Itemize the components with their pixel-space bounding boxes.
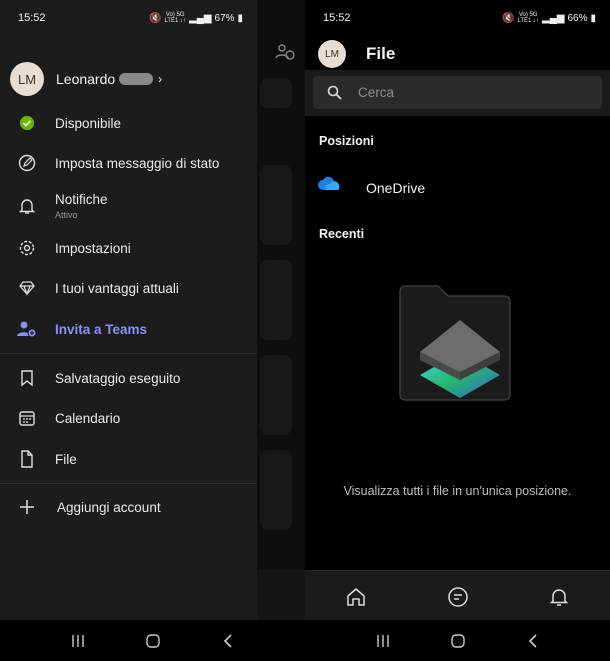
menu-item-notifications[interactable]: Notifiche Attivo [0,186,257,226]
avatar[interactable]: LM [318,40,346,68]
menu-item-invite[interactable]: Invita a Teams [0,309,257,349]
menu-item-settings[interactable]: Impostazioni [0,228,257,268]
recent-apps-icon[interactable] [63,631,93,651]
background-card [260,165,292,245]
background-tab-bar [257,570,305,620]
menu-item-saved[interactable]: Salvataggio eseguito [0,358,257,398]
bell-icon[interactable] [546,584,572,610]
profile-header[interactable]: LM Leonardo › [10,62,162,96]
status-bar: 15:52 🔇 Vo) 5G LTE1 ↓↑ ▂▄▆ 67% ▮ [0,0,257,36]
battery-icon: ▮ [590,12,596,24]
redacted-surname [119,73,154,85]
divider [0,353,257,354]
menu-item-label: File [55,451,77,467]
status-icons: 🔇 Vo) 5G LTE1 ↓↑ ▂▄▆ 66% ▮ [502,12,596,24]
plus-icon [17,497,37,517]
battery-level: 66% [567,12,588,24]
menu-item-perks[interactable]: I tuoi vantaggi attuali [0,268,257,308]
menu-item-calendar[interactable]: Calendario [0,398,257,438]
network-indicator: Vo) 5G LTE1 ↓↑ [517,12,539,24]
network-indicator: Vo) 5G LTE1 ↓↑ [164,12,186,24]
section-heading-recent: Recenti [319,227,365,241]
menu-item-availability[interactable]: Disponibile [0,103,257,143]
edit-status-icon [17,153,37,173]
search-icon [327,85,342,100]
menu-item-label: Aggiungi account [57,499,161,515]
onedrive-location[interactable]: OneDrive [317,176,425,196]
status-icons: 🔇 Vo) 5G LTE1 ↓↑ ▂▄▆ 67% ▮ [149,12,243,24]
onedrive-cloud-icon [318,176,340,190]
person-add-icon [17,319,37,339]
app-header: LM File [305,36,610,72]
chat-icon[interactable] [445,584,471,610]
home-nav-icon[interactable] [138,631,168,651]
bottom-tab-bar [305,570,610,620]
people-add-icon [275,44,295,60]
left-screen: 15:52 🔇 Vo) 5G LTE1 ↓↑ ▂▄▆ 67% ▮ LM Leona… [0,0,305,661]
avatar[interactable]: LM [10,62,44,96]
background-card [260,260,292,340]
search-input[interactable]: Cerca [313,76,602,109]
search-placeholder: Cerca [358,85,395,100]
profile-name-text: Leonardo [56,71,116,87]
profile-name[interactable]: Leonardo › [56,71,162,87]
background-card [260,355,292,435]
side-drawer: 15:52 🔇 Vo) 5G LTE1 ↓↑ ▂▄▆ 67% ▮ LM Leona… [0,0,257,620]
file-icon [17,449,37,469]
menu-item-label: Imposta messaggio di stato [55,155,220,171]
onedrive-label: OneDrive [366,180,426,196]
system-nav-bar [0,620,305,661]
menu-item-label: Calendario [55,410,121,426]
menu-item-files[interactable]: File [0,439,257,479]
available-status-icon [17,113,37,133]
files-illustration [399,285,511,401]
recent-apps-icon[interactable] [368,631,398,651]
menu-item-label: Salvataggio eseguito [55,370,181,386]
divider [0,483,257,484]
menu-item-label: Impostazioni [55,240,131,256]
signal-icon: ▂▄▆ [542,12,565,24]
back-icon[interactable] [518,631,548,651]
home-nav-icon[interactable] [443,631,473,651]
section-heading-locations: Posizioni [319,134,374,148]
page-title: File [366,44,396,63]
right-screen: 15:52 🔇 Vo) 5G LTE1 ↓↑ ▂▄▆ 66% ▮ LM File … [305,0,610,661]
mute-icon: 🔇 [148,12,162,24]
empty-state-text: Visualizza tutti i file in un'unica posi… [343,484,572,498]
bookmark-icon [17,368,37,388]
status-time: 15:52 [323,12,351,24]
menu-item-sublabel: Attivo [55,210,78,220]
back-icon[interactable] [213,631,243,651]
menu-item-add-account[interactable]: Aggiungi account [0,487,257,527]
menu-item-label: Notifiche [55,192,108,207]
gear-icon [17,238,37,258]
background-card [260,450,292,530]
chevron-right-icon: › [158,72,163,86]
status-time: 15:52 [18,12,46,24]
diamond-icon [17,278,37,298]
background-card [260,78,292,108]
bell-icon [17,196,37,216]
menu-item-label: Disponibile [55,115,122,131]
menu-item-label: Invita a Teams [55,321,148,337]
calendar-icon [17,408,37,428]
signal-icon: ▂▄▆ [189,12,212,24]
status-bar: 15:52 🔇 Vo) 5G LTE1 ↓↑ ▂▄▆ 66% ▮ [305,0,610,36]
battery-level: 67% [214,12,235,24]
battery-icon: ▮ [237,12,243,24]
menu-item-status-message[interactable]: Imposta messaggio di stato [0,143,257,183]
menu-item-label: I tuoi vantaggi attuali [55,280,179,296]
mute-icon: 🔇 [501,12,515,24]
system-nav-bar [305,620,610,661]
home-icon[interactable] [343,584,369,610]
